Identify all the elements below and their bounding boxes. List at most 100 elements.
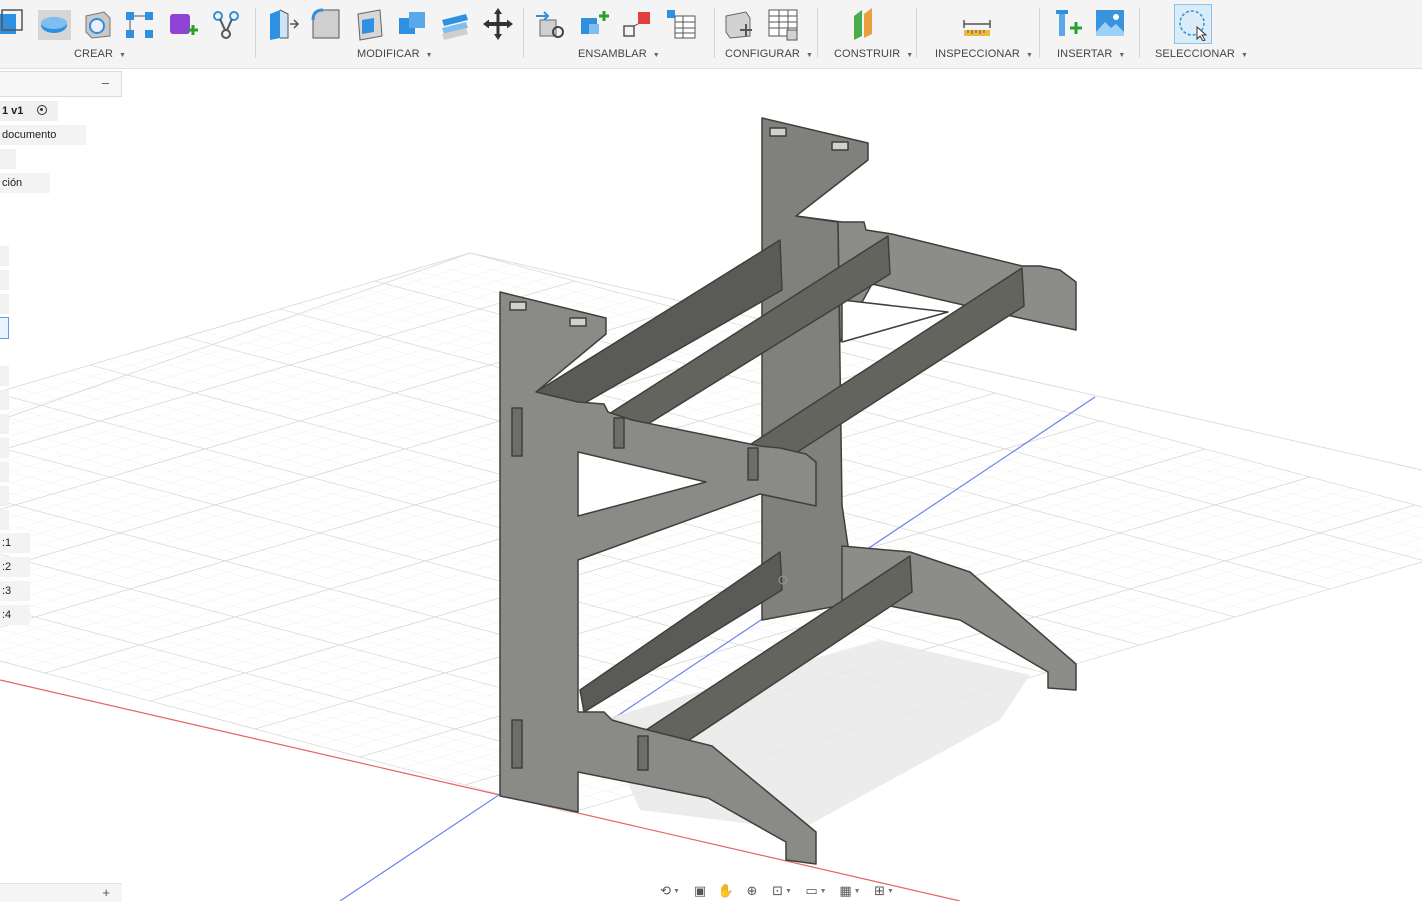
separator [714,8,715,58]
browser-item[interactable] [0,270,9,290]
fit-icon[interactable]: ⊡ ▼ [768,882,796,900]
caret-down-icon: ▼ [652,52,660,59]
parameters-icon[interactable] [722,6,756,42]
group-inspeccionar: INSPECCIONAR ▼ [932,0,1036,68]
caret-down-icon: ▼ [119,52,127,59]
insert-image-icon[interactable] [1093,6,1127,42]
component-item[interactable]: :3 [0,581,30,601]
hole-icon[interactable] [80,6,114,42]
comments-bar: + [0,883,122,902]
revolve-icon[interactable] [37,6,71,42]
component-name: 1 v1 [2,105,24,117]
radio-target-icon[interactable] [37,105,47,115]
offset-plane-icon[interactable] [846,6,880,42]
inspeccionar-label: INSPECCIONAR [935,48,1020,60]
separator [523,8,524,58]
plus-icon[interactable]: + [102,885,110,900]
browser-item[interactable] [0,390,9,410]
group-ensamblar: ENSAMBLAR ▼ [534,0,714,68]
front-notch-3 [747,447,759,481]
named-views-item[interactable]: ción [0,173,50,193]
look-at-icon[interactable]: ▣ [690,882,710,900]
orbit-icon[interactable]: ⟲ ▼ [656,882,684,900]
browser-header: – [0,71,122,97]
component-item[interactable]: :1 [0,533,30,553]
collapse-icon[interactable]: – [102,75,109,90]
seleccionar-label: SELECCIONAR [1155,48,1235,60]
browser-item[interactable] [0,149,16,169]
group-seleccionar: SELECCIONAR ▼ [1152,0,1252,68]
caret-down-icon: ▼ [1025,52,1033,59]
group-crear: CREAR ▼ [0,0,250,68]
move-icon[interactable] [481,6,515,42]
browser-item[interactable] [0,246,9,266]
browser-item[interactable] [0,486,9,506]
browser-item-selected[interactable] [0,317,9,339]
component-item[interactable]: :4 [0,605,30,625]
component-label: :3 [2,585,12,597]
rigid-group-icon[interactable] [620,6,654,42]
ensamblar-label: ENSAMBLAR [578,48,647,60]
group-configurar: CONFIGURAR ▼ [722,0,814,68]
seleccionar-menu[interactable]: SELECCIONAR ▼ [1155,48,1248,60]
zoom-icon[interactable]: ⊕ [742,882,762,900]
fillet-icon[interactable] [309,6,343,42]
offset-face-icon[interactable] [438,6,472,42]
inspeccionar-menu[interactable]: INSPECCIONAR ▼ [935,48,1033,60]
pattern-icon[interactable] [123,6,157,42]
caret-down-icon: ▼ [805,52,813,59]
caret-down-icon: ▼ [425,52,433,59]
browser-item[interactable] [0,438,9,458]
front-slot-2 [569,317,587,327]
pan-hand-icon[interactable]: ✋ [716,882,736,900]
derive-icon[interactable] [209,6,243,42]
front-notch-4 [637,735,649,771]
browser-item[interactable] [0,414,9,434]
document-settings-item[interactable]: documento [0,125,86,145]
configurar-label: CONFIGURAR [725,48,800,60]
configurar-menu[interactable]: CONFIGURAR ▼ [725,48,813,60]
viewports-icon[interactable]: ⊞ ▼ [870,882,898,900]
3d-viewport[interactable] [0,0,1422,902]
named-views-label: ción [2,177,23,189]
shell-icon[interactable] [352,6,386,42]
select-icon[interactable] [1174,4,1212,44]
browser-panel: – 1 v1 documento ción :1 :2 :3 :4 + [0,68,124,902]
insertar-menu[interactable]: INSERTAR ▼ [1057,48,1125,60]
browser-item[interactable] [0,294,9,314]
ensamblar-menu[interactable]: ENSAMBLAR ▼ [578,48,660,60]
press-pull-icon[interactable] [266,6,300,42]
caret-down-icon: ▼ [1118,52,1126,59]
modificar-menu[interactable]: MODIFICAR ▼ [357,48,433,60]
component-label: :4 [2,609,12,621]
document-settings-label: documento [2,129,57,141]
component-label: :1 [2,537,12,549]
joint-icon[interactable] [534,6,568,42]
modificar-label: MODIFICAR [357,48,420,60]
create-form-icon[interactable] [166,6,200,42]
bom-table-icon[interactable] [663,6,697,42]
measure-icon[interactable] [960,6,994,42]
browser-item[interactable] [0,462,9,482]
construir-menu[interactable]: CONSTRUIR ▼ [834,48,913,60]
navigation-bar: ⟲ ▼ ▣ ✋ ⊕ ⊡ ▼ ▭ ▼ ▦ ▼ ⊞ ▼ [656,881,898,901]
caret-down-icon: ▼ [1240,52,1248,59]
new-component-icon[interactable] [577,6,611,42]
grid-snaps-icon[interactable]: ▦ ▼ [836,882,864,900]
display-settings-icon[interactable]: ▭ ▼ [802,882,830,900]
canvas[interactable] [0,0,1422,902]
front-notch-1 [511,407,523,457]
front-notch-5 [613,417,625,449]
browser-item[interactable] [0,510,9,530]
radio-dot [40,108,43,111]
crear-menu[interactable]: CREAR ▼ [74,48,126,60]
insert-mcmaster-icon[interactable] [1050,6,1084,42]
browser-item[interactable] [0,366,9,386]
combine-icon[interactable] [395,6,429,42]
component-item[interactable]: :2 [0,557,30,577]
extrude-icon[interactable] [0,6,28,42]
configuration-table-icon[interactable] [765,6,799,42]
component-root[interactable]: 1 v1 [0,101,58,121]
caret-down-icon: ▼ [906,52,914,59]
group-modificar: MODIFICAR ▼ [266,0,522,68]
